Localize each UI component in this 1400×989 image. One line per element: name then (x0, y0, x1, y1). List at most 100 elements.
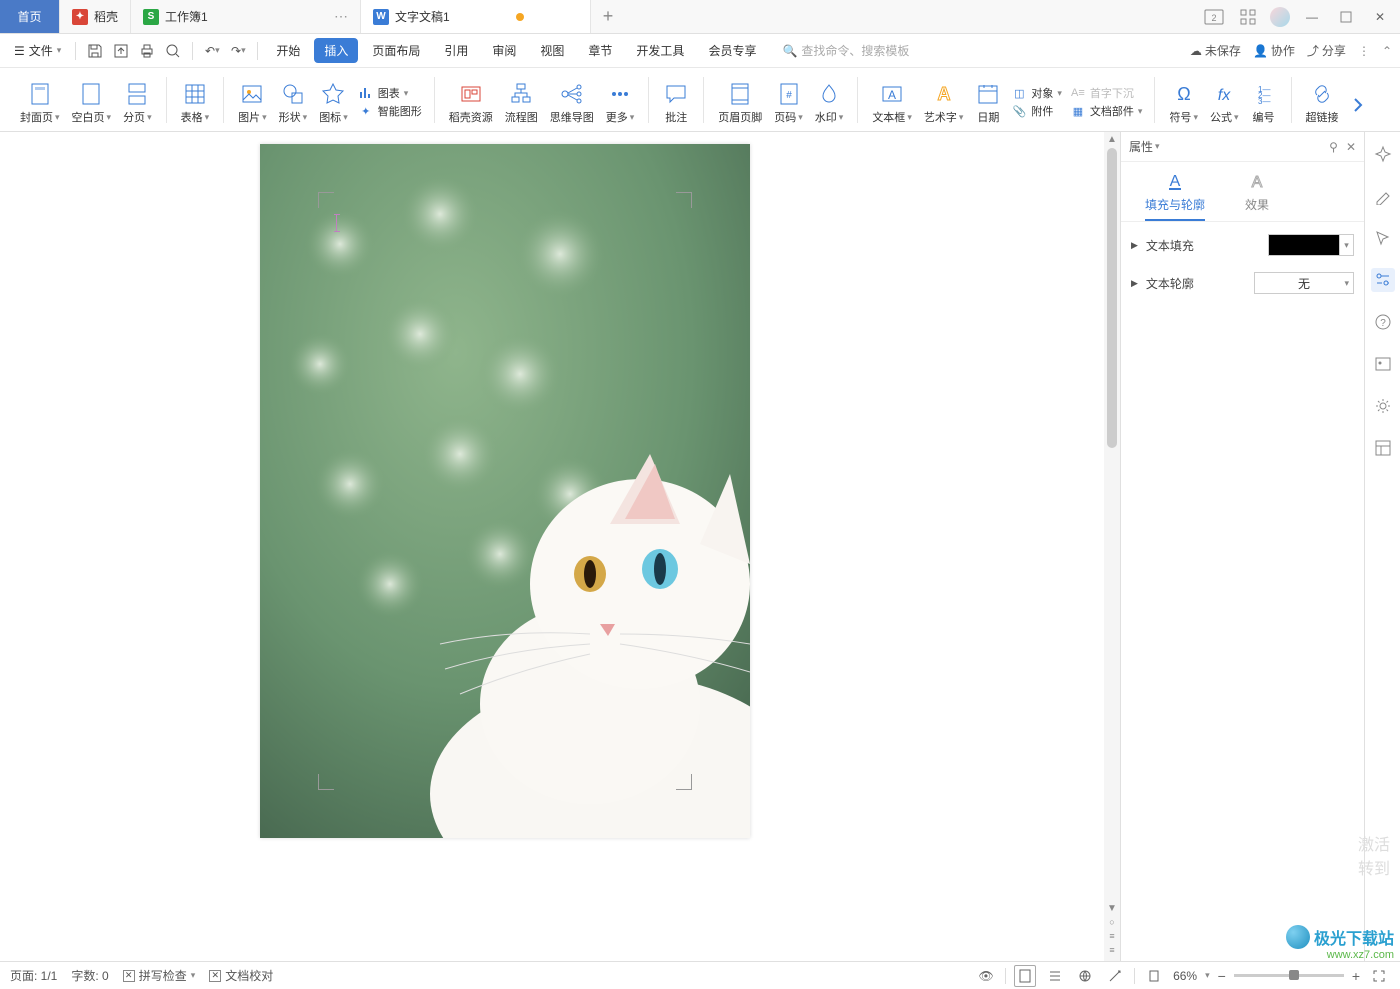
chart-button[interactable]: 图表▾ (358, 85, 422, 101)
redo-button[interactable]: ↷▾ (227, 40, 249, 62)
comment-button[interactable]: 批注 (657, 73, 695, 131)
print-preview-button[interactable] (162, 40, 184, 62)
cover-page-button[interactable]: 封面页▾ (14, 73, 66, 131)
sidebar-ai-icon[interactable] (1371, 142, 1395, 166)
scroll-down-icon[interactable]: ▼ (1107, 903, 1117, 917)
menu-tab-start[interactable]: 开始 (266, 38, 310, 63)
smartart-button[interactable]: ✦智能图形 (358, 103, 422, 119)
vertical-scrollbar[interactable]: ▲ ▼ ○ ≡ ≡ (1104, 132, 1120, 961)
wordart-button[interactable]: A艺术字▾ (918, 73, 970, 131)
print-button[interactable] (136, 40, 158, 62)
file-menu[interactable]: ☰ 文件 ▾ (8, 42, 67, 59)
sidebar-template-icon[interactable] (1371, 352, 1395, 376)
scroll-thumb[interactable] (1107, 148, 1117, 448)
collab-link[interactable]: 👤协作 (1253, 42, 1295, 59)
command-search[interactable]: 🔍 查找命令、搜索模板 (782, 42, 909, 59)
spellcheck-toggle[interactable]: ✕拼写检查▾ (123, 967, 196, 984)
page-indicator[interactable]: 页面: 1/1 (10, 967, 57, 984)
page-number-button[interactable]: #页码▾ (768, 73, 809, 131)
tab-docer[interactable]: ✦ 稻壳 (60, 0, 131, 33)
undo-button[interactable]: ↶▾ (201, 40, 223, 62)
object-button[interactable]: ◫对象▾ (1011, 85, 1062, 101)
new-tab-button[interactable]: + (591, 0, 625, 33)
tab-effect[interactable]: A 效果 (1245, 170, 1269, 221)
expand-icon[interactable]: ▶ (1131, 278, 1138, 289)
number-button[interactable]: 1—2—3—编号 (1245, 73, 1283, 131)
scroll-track[interactable] (1104, 148, 1120, 903)
unsaved-link[interactable]: ☁未保存 (1190, 42, 1241, 59)
menu-tab-view[interactable]: 视图 (530, 38, 574, 63)
scroll-options[interactable]: ○ (1109, 917, 1114, 931)
chevron-down-icon[interactable]: ▾ (1155, 141, 1160, 152)
avatar[interactable] (1270, 7, 1290, 27)
minimize-button[interactable]: — (1300, 5, 1324, 29)
sidebar-help-icon[interactable]: ? (1371, 310, 1395, 334)
close-icon[interactable]: ✕ (1346, 140, 1356, 154)
apps-icon[interactable] (1236, 5, 1260, 29)
sidebar-pen-icon[interactable] (1371, 184, 1395, 208)
document-canvas[interactable] (0, 132, 1104, 961)
zoom-out-button[interactable]: − (1218, 968, 1226, 984)
pin-icon[interactable]: ⚲ (1329, 140, 1338, 154)
menu-tab-section[interactable]: 章节 (578, 38, 622, 63)
outline-picker[interactable]: 无 ▾ (1254, 272, 1354, 294)
tab-home[interactable]: 首页 (0, 0, 60, 33)
chevron-down-icon[interactable]: ▾ (1339, 235, 1353, 255)
more-menu[interactable]: ⋮ (1358, 44, 1370, 58)
mindmap-button[interactable]: 思维导图 (544, 73, 600, 131)
ribbon-scroll-right[interactable] (1345, 73, 1371, 131)
close-button[interactable]: ✕ (1368, 5, 1392, 29)
resource-button[interactable]: 稻壳资源 (443, 73, 499, 131)
zoom-value[interactable]: 66% (1173, 969, 1197, 983)
sidebar-layout-icon[interactable] (1371, 436, 1395, 460)
menu-tab-insert[interactable]: 插入 (314, 38, 358, 63)
table-button[interactable]: 表格▾ (175, 73, 216, 131)
textbox-button[interactable]: A文本框▾ (866, 73, 918, 131)
sidebar-settings-icon[interactable] (1371, 394, 1395, 418)
expand-icon[interactable]: ▶ (1131, 240, 1138, 251)
calendar-icon[interactable]: 2 (1202, 5, 1226, 29)
zoom-slider[interactable] (1234, 974, 1344, 977)
shape-button[interactable]: 形状▾ (273, 73, 314, 131)
close-icon[interactable]: ⋯ (334, 8, 348, 25)
chevron-down-icon[interactable]: ▾ (1344, 278, 1349, 289)
menu-tab-member[interactable]: 会员专享 (698, 38, 766, 63)
zoom-knob[interactable] (1289, 970, 1299, 980)
menu-tab-reference[interactable]: 引用 (434, 38, 478, 63)
attachment-button[interactable]: 📎附件 (1011, 103, 1062, 119)
menu-tab-layout[interactable]: 页面布局 (362, 38, 430, 63)
view-read-button[interactable] (1104, 965, 1126, 987)
fit-page-button[interactable] (1143, 965, 1165, 987)
share-link[interactable]: ⤴分享 (1307, 42, 1346, 59)
tab-fill-outline[interactable]: A 填充与轮廓 (1145, 170, 1205, 221)
watermark-button[interactable]: 水印▾ (809, 73, 850, 131)
sidebar-properties-icon[interactable] (1371, 268, 1395, 292)
hyperlink-button[interactable]: 超链接 (1300, 73, 1345, 131)
next-page-icon[interactable]: ≡ (1109, 945, 1114, 959)
blank-page-button[interactable]: 空白页▾ (66, 73, 118, 131)
zoom-in-button[interactable]: + (1352, 968, 1360, 984)
equation-button[interactable]: fx公式▾ (1204, 73, 1245, 131)
icon-button[interactable]: 图标▾ (313, 73, 354, 131)
scroll-up-icon[interactable]: ▲ (1107, 134, 1117, 148)
view-outline-button[interactable] (1044, 965, 1066, 987)
symbol-button[interactable]: Ω符号▾ (1163, 73, 1204, 131)
more-button[interactable]: 更多▾ (600, 73, 641, 131)
view-web-button[interactable] (1074, 965, 1096, 987)
page-break-button[interactable]: 分页▾ (117, 73, 158, 131)
export-button[interactable] (110, 40, 132, 62)
maximize-button[interactable] (1334, 5, 1358, 29)
dropcap-button[interactable]: A≡首字下沉 (1070, 85, 1143, 101)
save-button[interactable] (84, 40, 106, 62)
tab-workbook[interactable]: S 工作簿1 ⋯ (131, 0, 361, 33)
view-page-button[interactable] (1014, 965, 1036, 987)
menu-tab-review[interactable]: 审阅 (482, 38, 526, 63)
picture-button[interactable]: 图片▾ (232, 73, 273, 131)
eye-icon[interactable]: 👁 (975, 965, 997, 987)
prev-page-icon[interactable]: ≡ (1109, 931, 1114, 945)
docparts-button[interactable]: ▦文档部件▾ (1070, 103, 1143, 119)
header-footer-button[interactable]: 页眉页脚 (712, 73, 768, 131)
date-button[interactable]: 日期 (969, 73, 1007, 131)
chevron-down-icon[interactable]: ▾ (1205, 970, 1210, 981)
fullscreen-button[interactable] (1368, 965, 1390, 987)
